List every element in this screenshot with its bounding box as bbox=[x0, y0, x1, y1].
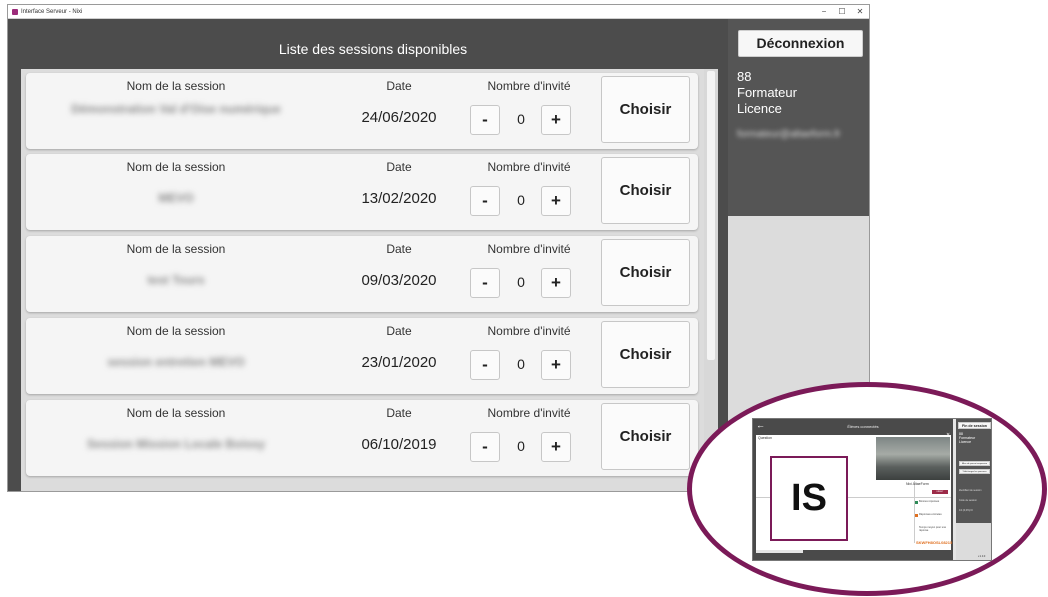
preview-info-line: Identifiant de session bbox=[959, 489, 982, 492]
session-date-label: Date bbox=[386, 242, 412, 256]
app-icon bbox=[12, 8, 18, 15]
choose-session-button[interactable]: Choisir bbox=[601, 157, 690, 224]
session-card: Nom de la session Date Nombre d'invité t… bbox=[26, 236, 698, 312]
preview-info-line: Code de session bbox=[959, 499, 977, 502]
decrement-guests-button[interactable]: - bbox=[470, 268, 500, 298]
user-role: Licence bbox=[737, 101, 782, 116]
preview-sidebar: Fin de session 88 Formateur Licence Mise… bbox=[956, 419, 991, 560]
guest-count: 0 bbox=[517, 192, 525, 208]
session-card: Nom de la session Date Nombre d'invité M… bbox=[26, 154, 698, 230]
session-date-label: Date bbox=[386, 79, 412, 93]
preview-bottom-bar bbox=[753, 552, 953, 560]
session-name-label: Nom de la session bbox=[126, 406, 226, 420]
list-title: Liste des sessions disponibles bbox=[278, 41, 468, 57]
session-date: 13/02/2020 bbox=[361, 190, 437, 207]
preview-title: Élèves connectés bbox=[847, 424, 879, 429]
guest-count: 0 bbox=[517, 438, 525, 454]
guest-count: 0 bbox=[517, 356, 525, 372]
increment-guests-button[interactable]: + bbox=[541, 350, 571, 380]
session-date-label: Date bbox=[386, 324, 412, 338]
decrement-guests-button[interactable]: - bbox=[470, 350, 500, 380]
legend-time: Temps moyen pour une réponse bbox=[919, 526, 947, 533]
choose-session-button[interactable]: Choisir bbox=[601, 321, 690, 388]
guest-count-label: Nombre d'invité bbox=[487, 160, 571, 174]
session-date: 06/10/2019 bbox=[361, 436, 437, 453]
guest-count-label: Nombre d'invité bbox=[487, 79, 571, 93]
session-name: session entretien MEVO bbox=[107, 355, 245, 369]
logout-button[interactable]: Déconnexion bbox=[738, 30, 863, 57]
user-email: formateur@altaeform.fr bbox=[737, 129, 841, 140]
choose-session-button[interactable]: Choisir bbox=[601, 239, 690, 306]
session-code: SKWFH8OSL08215 bbox=[916, 540, 953, 545]
session-name-label: Nom de la session bbox=[126, 324, 226, 338]
session-name-label: Nom de la session bbox=[126, 79, 226, 93]
guest-count: 0 bbox=[517, 111, 525, 127]
close-window-button[interactable]: ✕ bbox=[851, 7, 869, 16]
guest-count: 0 bbox=[517, 274, 525, 290]
legend-wrong: Réponses erronées bbox=[919, 513, 942, 516]
preview-session-info: Identifiant de session Code de session 1… bbox=[956, 483, 991, 523]
window-title: Interface Serveur - Nixi bbox=[21, 8, 83, 15]
preview-close-icon: ✕ bbox=[946, 432, 951, 438]
maximize-button[interactable]: ☐ bbox=[833, 7, 851, 16]
back-arrow-icon: ← bbox=[756, 420, 765, 430]
session-date-label: Date bbox=[386, 406, 412, 420]
is-badge: IS bbox=[770, 456, 848, 541]
preview-user-name: Nixi AltaeForm bbox=[906, 482, 929, 486]
session-card: Nom de la session Date Nombre d'invité D… bbox=[26, 73, 698, 149]
download-button: Télécharger les parcours bbox=[959, 469, 990, 474]
session-date-label: Date bbox=[386, 160, 412, 174]
session-name-label: Nom de la session bbox=[126, 242, 226, 256]
guest-count-label: Nombre d'invité bbox=[487, 242, 571, 256]
preview-info-line: 1/4 (0,0%)=0 bbox=[959, 509, 973, 512]
session-card: Nom de la session Date Nombre d'invité s… bbox=[26, 318, 698, 394]
session-card: Nom de la session Date Nombre d'invité S… bbox=[26, 400, 698, 476]
title-bar: Interface Serveur - Nixi − ☐ ✕ bbox=[8, 5, 869, 19]
end-session-button: Fin de session bbox=[958, 422, 991, 429]
preview-scene-image bbox=[876, 437, 950, 480]
decrement-guests-button[interactable]: - bbox=[470, 105, 500, 135]
list-scrollbar[interactable] bbox=[704, 69, 718, 491]
user-id: 88 bbox=[737, 69, 752, 84]
session-date: 23/01/2020 bbox=[361, 354, 437, 371]
minimize-button[interactable]: − bbox=[815, 7, 833, 16]
session-date: 24/06/2020 bbox=[361, 109, 437, 126]
preview-user-role: Licence bbox=[959, 440, 972, 444]
user-name: Formateur bbox=[737, 85, 797, 100]
session-name-label: Nom de la session bbox=[126, 160, 226, 174]
preview-divider bbox=[914, 481, 915, 543]
session-name: MEVO bbox=[158, 191, 194, 205]
guest-count-label: Nombre d'invité bbox=[487, 406, 571, 420]
preview-user-info: 88 Formateur Licence bbox=[959, 432, 975, 444]
orange-swatch bbox=[915, 514, 918, 517]
choose-session-button[interactable]: Choisir bbox=[601, 403, 690, 470]
page: Interface Serveur - Nixi − ☐ ✕ Liste des… bbox=[0, 0, 1048, 597]
session-date: 09/03/2020 bbox=[361, 272, 437, 289]
legend-correct: Bonnes réponses bbox=[919, 500, 940, 503]
session-name: Démonstration Val d'Oise numérique bbox=[71, 102, 281, 116]
preview-version: v.1.0.0 bbox=[978, 555, 986, 558]
preview-user-panel: Fin de session 88 Formateur Licence Mise… bbox=[956, 419, 991, 483]
decrement-guests-button[interactable]: - bbox=[470, 186, 500, 216]
decrement-guests-button[interactable]: - bbox=[470, 432, 500, 462]
choose-session-button[interactable]: Choisir bbox=[601, 76, 690, 143]
user-panel: Déconnexion 88 Formateur Licence formate… bbox=[728, 19, 869, 216]
increment-guests-button[interactable]: + bbox=[541, 268, 571, 298]
preview-start-button: DÉBUT bbox=[932, 490, 948, 494]
session-name: Session Mission Locale Boissy bbox=[86, 437, 266, 451]
guest-count-label: Nombre d'invité bbox=[487, 324, 571, 338]
scrollbar-thumb[interactable] bbox=[707, 71, 715, 360]
question-label: Question bbox=[758, 436, 773, 440]
increment-guests-button[interactable]: + bbox=[541, 105, 571, 135]
increment-guests-button[interactable]: + bbox=[541, 186, 571, 216]
session-panel: Liste des sessions disponibles Nom de la… bbox=[8, 19, 728, 491]
increment-guests-button[interactable]: + bbox=[541, 432, 571, 462]
green-swatch bbox=[915, 501, 918, 504]
session-list: Nom de la session Date Nombre d'invité D… bbox=[21, 69, 704, 491]
preview-bottom-tab bbox=[756, 550, 803, 553]
pause-button: Mise de pause temporaire bbox=[959, 461, 990, 466]
session-name: test Tours bbox=[147, 273, 205, 287]
